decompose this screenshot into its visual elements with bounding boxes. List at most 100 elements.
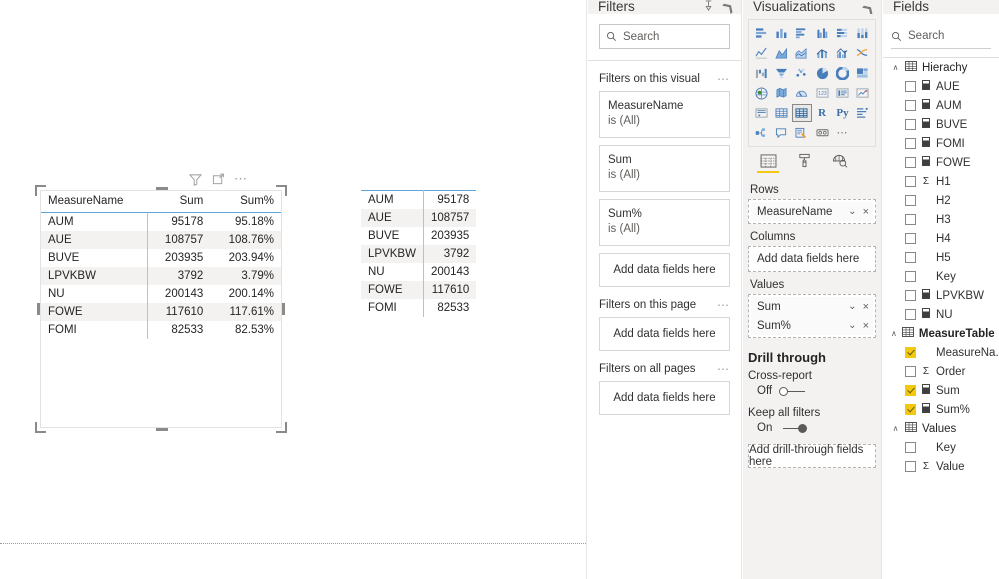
field-item[interactable]: Σ Value (891, 457, 991, 476)
filter-drop-zone[interactable]: Add data fields here (599, 253, 730, 287)
resize-handle-s[interactable] (156, 428, 168, 431)
line-stacked-column-chart-icon[interactable] (812, 44, 832, 62)
visual-matrix-1[interactable]: MeasureName Sum Sum% AUM 95178 95.18% AUE 10… (40, 190, 282, 428)
line-chart-icon[interactable] (751, 44, 771, 62)
focus-mode-icon[interactable] (211, 172, 225, 186)
field-well-box[interactable]: Add data fields here (748, 246, 876, 272)
visual-matrix-1-wrapper[interactable]: ⋯ MeasureName Sum Sum% AUM 95178 95.18% … (35, 172, 287, 433)
table-row[interactable]: FOWE 117610 (361, 281, 477, 299)
field-item[interactable]: H2 (891, 191, 991, 210)
kpi-icon[interactable] (853, 84, 873, 102)
table-cell[interactable]: FOMI (361, 299, 423, 317)
more-options-icon[interactable]: ⋯ (234, 172, 248, 185)
field-item[interactable]: Key (891, 267, 991, 286)
table-cell[interactable]: 3.79% (210, 267, 281, 285)
key-influencers-icon[interactable] (853, 104, 873, 122)
field-checkbox[interactable] (905, 366, 916, 377)
table-cell[interactable]: FOWE (361, 281, 424, 299)
filters-search-input[interactable]: Search (599, 24, 730, 49)
field-checkbox[interactable] (905, 100, 916, 111)
collapse-filters-chevron-icon[interactable]: ❯ (719, 0, 736, 14)
fields-table-hierachy[interactable]: ∧ Hierachy (891, 58, 991, 77)
r-script-visual-icon[interactable]: R (812, 104, 832, 122)
table-row[interactable]: NU 200143 200.14% (41, 285, 281, 303)
smart-narrative-icon[interactable] (771, 124, 791, 142)
table-cell[interactable]: 82533 (146, 321, 211, 339)
table-cell[interactable]: 117610 (146, 303, 211, 321)
stacked-column-chart-icon[interactable] (771, 24, 791, 42)
funnel-chart-icon[interactable] (771, 64, 791, 82)
treemap-icon[interactable] (853, 64, 873, 82)
decomposition-tree-icon[interactable] (751, 124, 771, 142)
fields-search-input[interactable]: Search (891, 24, 991, 49)
field-well-box[interactable]: MeasureName ⌄ × (748, 199, 876, 224)
table-cell[interactable]: AUM (361, 191, 423, 210)
resize-handle-se[interactable] (276, 422, 287, 433)
field-item[interactable]: LPVKBW (891, 286, 991, 305)
table-cell[interactable]: BUVE (41, 249, 147, 267)
clustered-bar-chart-icon[interactable] (792, 24, 812, 42)
chevron-down-icon[interactable]: ⌄ (848, 301, 856, 312)
table-cell[interactable]: AUM (41, 213, 147, 232)
resize-handle-sw[interactable] (35, 422, 46, 433)
close-icon[interactable]: × (863, 206, 869, 218)
100-stacked-bar-chart-icon[interactable] (832, 24, 852, 42)
resize-handle-e[interactable] (282, 303, 285, 315)
table-row[interactable]: BUVE 203935 (361, 227, 477, 245)
field-item[interactable]: AUE (891, 77, 991, 96)
visual-matrix-2[interactable]: AUM 95178 AUE 108757 BUVE 203935 LPVKBW 3792 NU 2… (361, 190, 477, 317)
waterfall-chart-icon[interactable] (751, 64, 771, 82)
table-icon[interactable] (771, 104, 791, 122)
field-item[interactable]: Sum% (891, 400, 991, 419)
field-checkbox[interactable] (905, 347, 916, 358)
field-checkbox[interactable] (905, 271, 916, 282)
field-checkbox[interactable] (905, 138, 916, 149)
table-cell[interactable]: FOWE (41, 303, 148, 321)
table-cell[interactable]: 117610 (422, 281, 477, 299)
table-cell[interactable]: LPVKBW (41, 267, 148, 285)
donut-chart-icon[interactable] (832, 64, 852, 82)
cross-report-toggle[interactable] (779, 386, 807, 397)
table-cell[interactable]: 95.18% (210, 213, 281, 232)
table-cell[interactable]: 203.94% (210, 249, 281, 267)
field-checkbox[interactable] (905, 404, 916, 415)
table-row[interactable]: LPVKBW 3792 (361, 245, 477, 263)
clustered-column-chart-icon[interactable] (812, 24, 832, 42)
fields-table-values[interactable]: ∧ Values (891, 419, 991, 438)
filter-drop-zone[interactable]: Add data fields here (599, 381, 730, 415)
close-icon[interactable]: × (863, 320, 869, 332)
field-item[interactable]: Key (891, 438, 991, 457)
filter-card[interactable]: Sum is (All) (599, 145, 730, 192)
field-checkbox[interactable] (905, 157, 916, 168)
table-cell[interactable]: 108757 (146, 231, 211, 249)
table-row[interactable]: FOMI 82533 (361, 299, 477, 317)
filter-icon[interactable] (188, 172, 202, 186)
col-header-sumpct[interactable]: Sum% (210, 191, 281, 213)
resize-handle-n[interactable] (156, 187, 168, 190)
chevron-down-icon[interactable]: ⌄ (848, 206, 856, 217)
table-row[interactable]: FOMI 82533 82.53% (41, 321, 281, 339)
table-cell[interactable]: FOMI (41, 321, 147, 339)
visualizations-pane-header-icons[interactable]: ❯ (859, 0, 876, 14)
line-clustered-column-chart-icon[interactable] (832, 44, 852, 62)
table-cell[interactable]: 200143 (146, 285, 211, 303)
tab-analytics[interactable] (829, 153, 851, 177)
table-cell[interactable]: AUE (41, 231, 148, 249)
table-cell[interactable]: 200143 (422, 263, 477, 281)
table-cell[interactable]: 203935 (146, 249, 211, 267)
field-item[interactable]: FOMI (891, 134, 991, 153)
field-checkbox[interactable] (905, 119, 916, 130)
field-well-chip[interactable]: MeasureName ⌄ × (751, 202, 873, 221)
filter-group-more-icon[interactable]: ⋯ (717, 363, 730, 375)
visualization-type-gallery[interactable]: 123 R Py ⋯ (748, 19, 876, 147)
field-checkbox[interactable] (905, 233, 916, 244)
report-canvas[interactable]: ⋯ MeasureName Sum Sum% AUM 95178 95.18% … (0, 0, 587, 579)
python-visual-icon[interactable]: Py (832, 104, 852, 122)
table-cell[interactable]: NU (41, 285, 147, 303)
collapse-visualizations-chevron-icon[interactable]: ❯ (859, 0, 876, 14)
table-cell[interactable]: 108.76% (210, 231, 281, 249)
col-header-measurename[interactable]: MeasureName (41, 191, 148, 213)
table-cell[interactable]: 95178 (146, 212, 211, 231)
table-cell[interactable]: 3792 (146, 267, 211, 285)
filled-map-icon[interactable] (771, 84, 791, 102)
